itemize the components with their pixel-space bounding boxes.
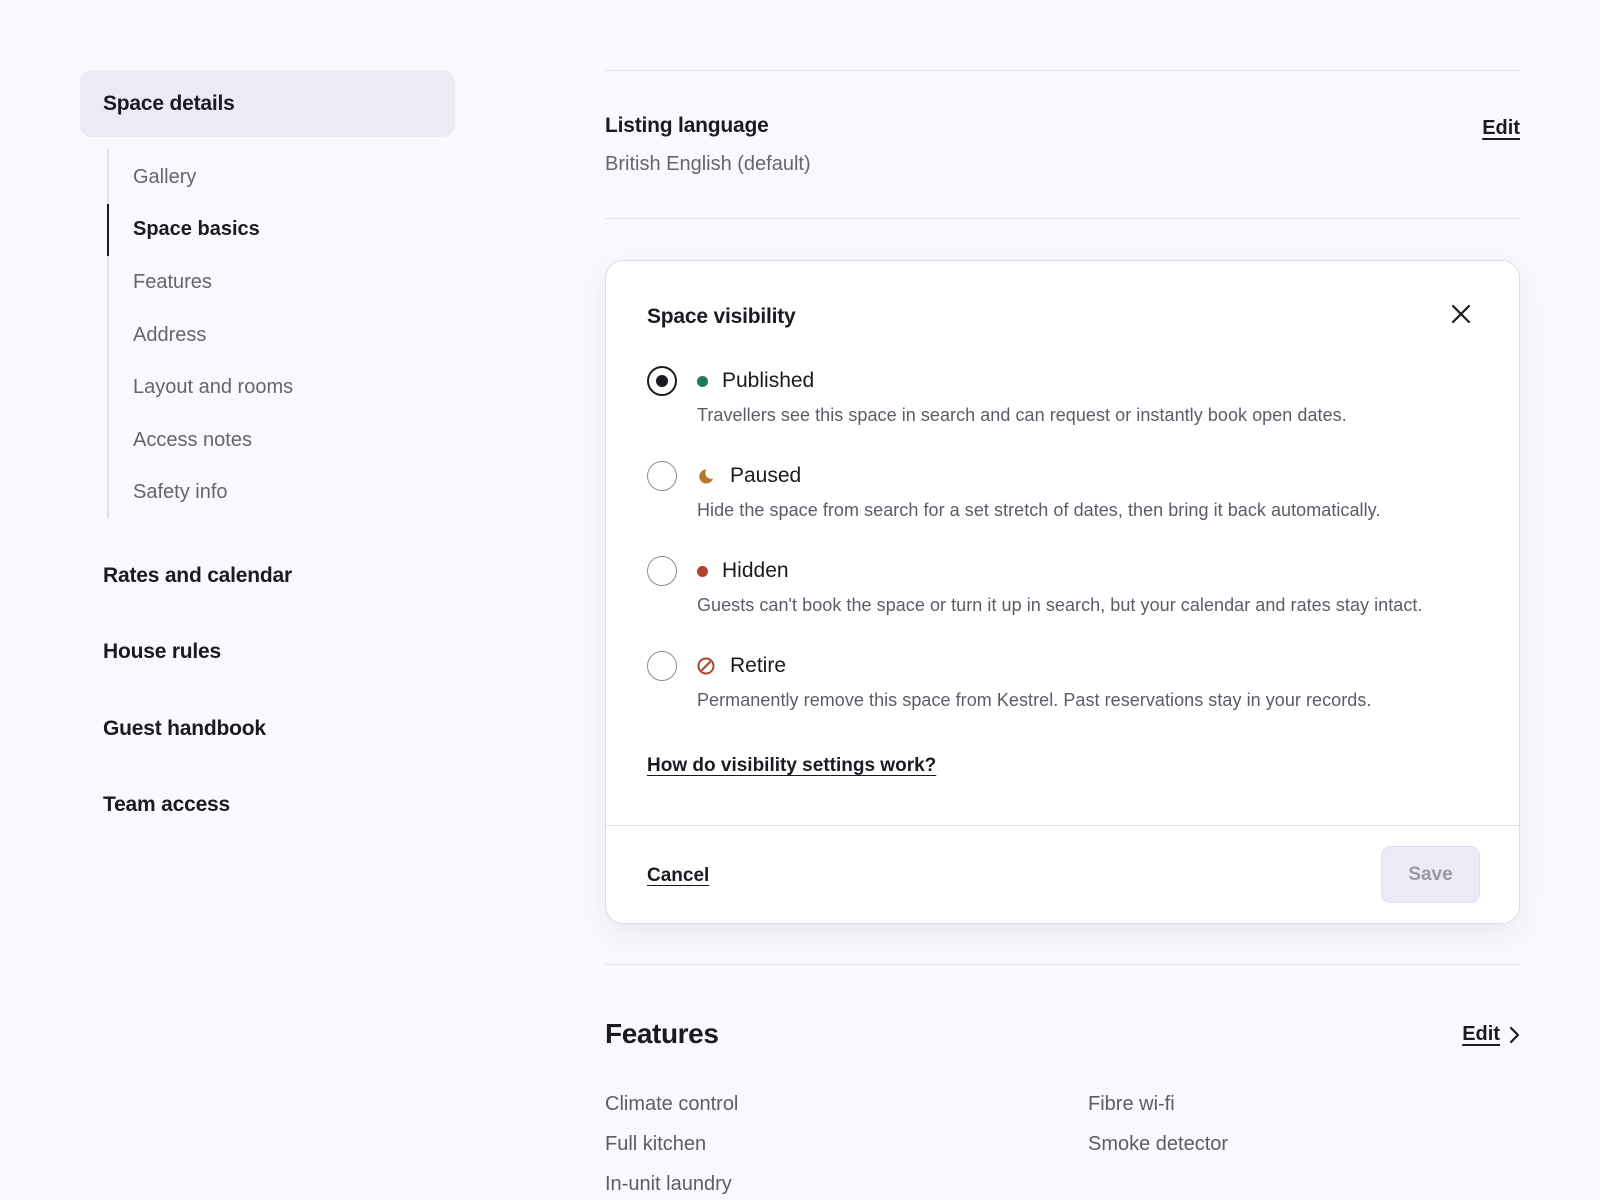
space-visibility-title: Space visibility — [647, 305, 796, 328]
divider — [605, 70, 1520, 71]
red-dot-icon — [697, 566, 708, 577]
option-description-retire: Permanently remove this space from Kestr… — [697, 690, 1372, 710]
visibility-option-retire[interactable]: Retire Permanently remove this space fro… — [647, 651, 1477, 735]
listing-language-title: Listing language — [605, 114, 769, 137]
close-button[interactable] — [1446, 299, 1476, 329]
option-description-paused: Hide the space from search for a set str… — [697, 500, 1381, 520]
visibility-option-hidden[interactable]: Hidden Guests can't book the space or tu… — [647, 556, 1477, 640]
feature-item: In-unit laundry — [605, 1173, 732, 1195]
sidebar: Space details Gallery Space basics Featu… — [80, 70, 455, 816]
feature-item: Climate control — [605, 1093, 739, 1115]
feature-item: Fibre wi-fi — [1088, 1093, 1175, 1115]
sidebar-item-space-details[interactable]: Space details — [80, 70, 455, 137]
close-icon — [1451, 304, 1471, 324]
subnav: Gallery Space basics Features Address La… — [107, 149, 455, 520]
subnav-item-address[interactable]: Address — [109, 309, 455, 362]
divider — [605, 964, 1520, 965]
subnav-item-space-basics[interactable]: Space basics — [107, 203, 455, 257]
feature-item: Smoke detector — [1088, 1133, 1229, 1155]
sidebar-item-rates-and-calendar[interactable]: Rates and calendar — [103, 564, 292, 588]
save-button[interactable]: Save — [1381, 846, 1480, 903]
sidebar-item-guest-handbook[interactable]: Guest handbook — [103, 717, 266, 741]
features-heading: Features — [605, 1018, 719, 1049]
sidebar-item-team-access[interactable]: Team access — [103, 793, 230, 817]
green-dot-icon — [697, 376, 708, 387]
feature-item: Full kitchen — [605, 1133, 707, 1155]
option-label-published: Published — [722, 369, 815, 392]
radio-hidden[interactable] — [647, 556, 677, 586]
space-visibility-card: Space visibility Published Travellers se… — [605, 260, 1520, 924]
radio-retire[interactable] — [647, 651, 677, 681]
main-content: Listing language British English (defaul… — [605, 0, 1520, 1200]
sidebar-item-house-rules[interactable]: House rules — [103, 640, 221, 664]
visibility-help-link[interactable]: How do visibility settings work? — [647, 755, 936, 777]
option-description-hidden: Guests can't book the space or turn it u… — [697, 595, 1423, 615]
divider — [605, 218, 1520, 219]
divider — [606, 825, 1519, 826]
subnav-item-features[interactable]: Features — [109, 256, 455, 309]
option-description-published: Travellers see this space in search and … — [697, 405, 1347, 425]
listing-language-value: British English (default) — [605, 153, 811, 175]
page: Space details Gallery Space basics Featu… — [0, 0, 1600, 1200]
radio-paused[interactable] — [647, 461, 677, 491]
chevron-right-icon — [1509, 1026, 1520, 1043]
cancel-button[interactable]: Cancel — [647, 865, 709, 887]
subnav-item-access-notes[interactable]: Access notes — [109, 414, 455, 467]
subnav-item-layout-and-rooms[interactable]: Layout and rooms — [109, 361, 455, 414]
features-edit-label: Edit — [1462, 1023, 1500, 1045]
listing-language-edit-link[interactable]: Edit — [1482, 117, 1520, 140]
features-edit-link[interactable]: Edit — [1462, 1023, 1520, 1046]
subnav-item-gallery[interactable]: Gallery — [109, 151, 455, 204]
subnav-item-safety-info[interactable]: Safety info — [109, 467, 455, 520]
prohibited-icon — [697, 657, 715, 675]
moon-icon — [699, 469, 713, 484]
option-label-hidden: Hidden — [722, 559, 789, 582]
visibility-option-published[interactable]: Published Travellers see this space in s… — [647, 366, 1477, 450]
option-label-retire: Retire — [730, 654, 787, 677]
radio-published[interactable] — [647, 366, 677, 396]
option-label-paused: Paused — [730, 464, 802, 487]
visibility-option-paused[interactable]: Paused Hide the space from search for a … — [647, 461, 1477, 545]
